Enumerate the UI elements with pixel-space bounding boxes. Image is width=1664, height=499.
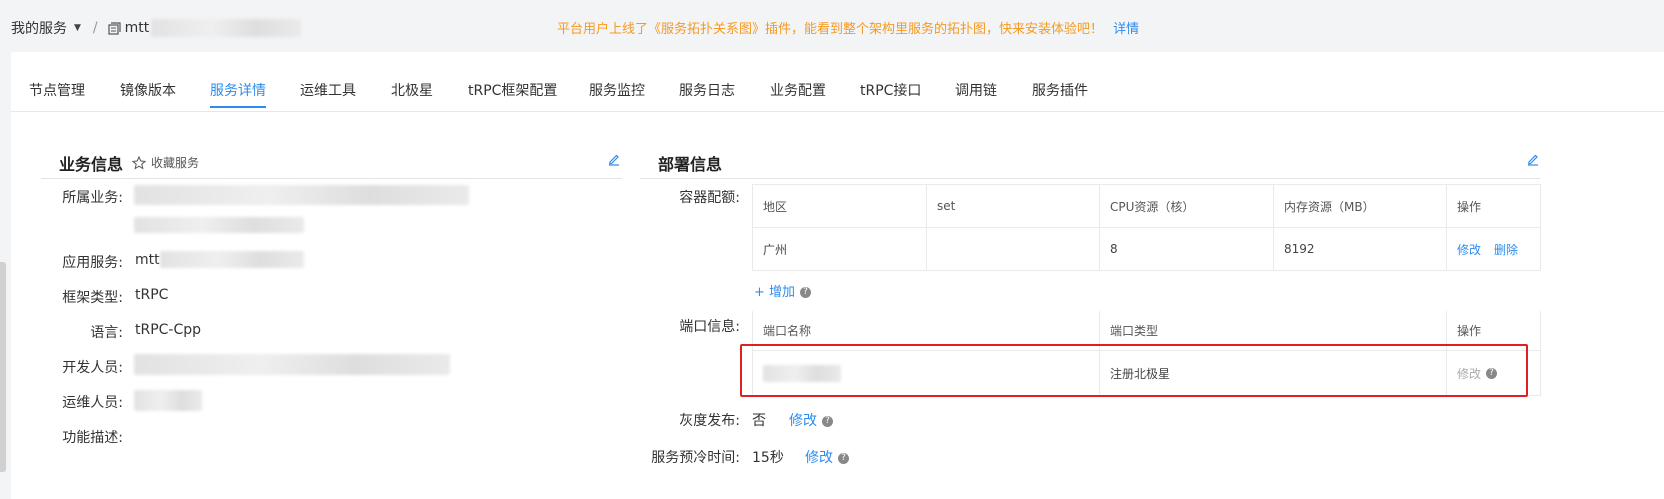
gray-release-edit[interactable]: 修改?	[789, 410, 833, 430]
port-header-name: 端口名称	[753, 311, 1100, 351]
breadcrumb-service-name: mtt	[124, 20, 150, 36]
business-divider	[41, 178, 622, 179]
edit-business-icon[interactable]	[607, 152, 621, 166]
developers-label: 开发人员:	[62, 360, 123, 376]
quota-header-set: set	[927, 185, 1100, 228]
quota-table: 地区 set CPU资源（核） 内存资源（MB） 操作 广州 8 8192 修改…	[752, 184, 1541, 271]
tab-service-plugins[interactable]: 服务插件	[1032, 80, 1088, 100]
gray-release-label: 灰度发布:	[679, 413, 740, 429]
tab-trpc-framework-config[interactable]: tRPC框架配置	[468, 80, 557, 100]
help-icon[interactable]: ?	[1486, 367, 1498, 379]
redacted-app-service	[160, 251, 304, 268]
framework-type-label: 框架类型:	[62, 290, 123, 306]
breadcrumb: 我的服务 ▼ / mtt	[11, 18, 302, 38]
help-icon[interactable]: ?	[800, 287, 812, 298]
prewarm-time-label: 服务预冷时间:	[651, 450, 740, 466]
operators-label: 运维人员:	[62, 395, 123, 411]
help-icon[interactable]: ?	[822, 415, 833, 427]
deploy-info-title: 部署信息	[658, 155, 723, 174]
tab-call-chain[interactable]: 调用链	[955, 80, 997, 100]
edit-deploy-icon[interactable]	[1526, 152, 1540, 166]
add-quota-label: + 增加	[754, 285, 796, 300]
quota-row-cpu: 8	[1100, 228, 1274, 271]
breadcrumb-separator: /	[92, 20, 98, 36]
breadcrumb-my-services[interactable]: 我的服务	[11, 18, 67, 38]
gray-release-value: 否	[752, 413, 766, 429]
port-table: 端口名称 端口类型 操作 注册北极星 修改?	[752, 311, 1541, 397]
chevron-down-icon[interactable]: ▼	[74, 23, 81, 33]
port-header-actions: 操作	[1447, 311, 1541, 351]
redacted-business-line-1	[134, 185, 469, 205]
deploy-divider	[640, 178, 1540, 179]
quota-header-actions: 操作	[1447, 185, 1541, 228]
container-quota-label: 容器配额:	[679, 190, 740, 206]
port-row-type: 注册北极星	[1100, 351, 1447, 396]
language-value: tRPC-Cpp	[135, 322, 202, 338]
tab-service-logs[interactable]: 服务日志	[679, 80, 735, 100]
app-service-label: 应用服务:	[62, 255, 123, 271]
tab-polaris[interactable]: 北极星	[391, 80, 433, 100]
port-info-label: 端口信息:	[679, 319, 740, 335]
prewarm-time-edit[interactable]: 修改?	[805, 447, 849, 467]
framework-type-value: tRPC	[135, 287, 169, 303]
tab-image-version[interactable]: 镜像版本	[120, 80, 176, 100]
gray-release-edit-link: 修改	[789, 413, 817, 429]
main-panel: 节点管理 镜像版本 服务详情 运维工具 北极星 tRPC框架配置 服务监控 服务…	[11, 52, 1664, 499]
quota-delete-link[interactable]: 删除	[1494, 241, 1518, 258]
quota-row-set	[927, 228, 1100, 271]
prewarm-time-value: 15秒	[752, 450, 784, 466]
redacted-operators	[134, 390, 202, 411]
belong-business-label: 所属业务:	[62, 190, 123, 206]
prewarm-time-edit-link: 修改	[805, 450, 833, 466]
announcement-text: 平台用户上线了《服务拓扑关系图》插件，能看到整个架构里服务的拓扑图，快来安装体验…	[557, 22, 1104, 37]
announcement-details-link[interactable]: 详情	[1113, 22, 1139, 37]
redacted-developers	[134, 354, 450, 375]
port-header-type: 端口类型	[1100, 311, 1447, 351]
language-label: 语言:	[90, 325, 123, 341]
quota-header-cpu: CPU资源（核）	[1100, 185, 1274, 228]
tab-trpc-interface[interactable]: tRPC接口	[860, 80, 921, 100]
favorite-service-button[interactable]: 收藏服务	[132, 154, 199, 171]
tab-business-config[interactable]: 业务配置	[770, 80, 826, 100]
service-icon	[108, 21, 121, 35]
tab-service-details[interactable]: 服务详情	[210, 80, 266, 108]
redacted-service-name	[151, 19, 302, 37]
business-info-title: 业务信息	[59, 155, 124, 174]
quota-header-memory: 内存资源（MB）	[1274, 185, 1447, 228]
port-edit-link[interactable]: 修改	[1457, 365, 1481, 382]
tab-ops-tools[interactable]: 运维工具	[300, 80, 356, 100]
tab-node-management[interactable]: 节点管理	[29, 80, 85, 100]
app-service-prefix: mtt	[135, 252, 160, 268]
redacted-port-name	[763, 364, 841, 382]
quota-row-region: 广州	[753, 228, 927, 271]
tab-service-monitoring[interactable]: 服务监控	[589, 80, 645, 100]
quota-row-memory: 8192	[1274, 228, 1447, 271]
favorite-service-label: 收藏服务	[151, 156, 200, 170]
port-row-name	[753, 351, 1100, 396]
tab-bar: 节点管理 镜像版本 服务详情 运维工具 北极星 tRPC框架配置 服务监控 服务…	[11, 52, 1664, 112]
quota-edit-link[interactable]: 修改	[1457, 241, 1481, 258]
help-icon[interactable]: ?	[838, 452, 849, 464]
description-label: 功能描述:	[62, 430, 123, 446]
quota-row-actions: 修改 删除	[1447, 228, 1541, 271]
side-drawer-handle[interactable]	[0, 262, 6, 472]
top-bar: 我的服务 ▼ / mtt 平台用户上线了《服务拓扑关系图》插件，能看到整个架构里…	[0, 0, 1664, 52]
quota-header-region: 地区	[753, 185, 927, 228]
star-icon	[132, 155, 146, 170]
add-quota-button[interactable]: + 增加?	[754, 281, 812, 300]
port-row-actions: 修改?	[1447, 351, 1541, 396]
redacted-business-line-2	[134, 217, 304, 233]
announcement-banner: 平台用户上线了《服务拓扑关系图》插件，能看到整个架构里服务的拓扑图，快来安装体验…	[557, 18, 1139, 37]
